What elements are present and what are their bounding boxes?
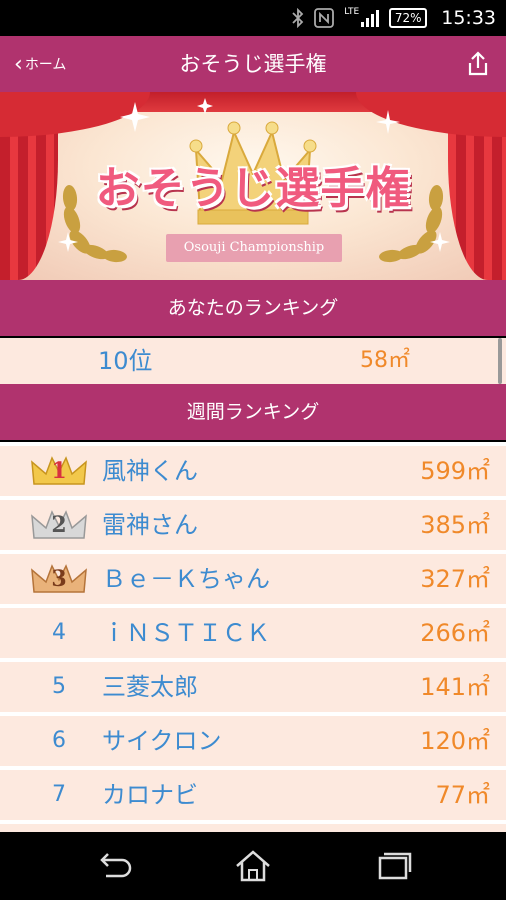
weekly-ranking-list[interactable]: 1 風神くん 599㎡ 2 雷神さん 385㎡ 3 Ｂｅ－Ｋちゃん 327㎡ 4… (0, 442, 506, 832)
scrollbar[interactable] (498, 338, 502, 384)
signal-icon (361, 9, 380, 27)
player-name: ｉＮＳＴＩＣＫ (102, 619, 270, 647)
player-name: カロナビ (102, 781, 198, 809)
player-name: 風神くん (102, 457, 198, 485)
subtitle-ribbon: Osouji Championship (166, 234, 342, 262)
table-row[interactable]: 7 カロナビ 77㎡ (0, 770, 506, 820)
status-icons: LTE 72% 15:33 (292, 0, 496, 36)
battery-level: 72% (394, 11, 422, 25)
status-bar: LTE 72% 15:33 (0, 0, 506, 36)
player-name: 三菱太郎 (102, 673, 198, 701)
battery-icon: 72% (389, 8, 428, 28)
home-icon[interactable] (233, 848, 273, 884)
clock: 15:33 (441, 7, 496, 29)
table-row[interactable]: 5 三菱太郎 141㎡ (0, 662, 506, 712)
player-name: Ｂｅ－Ｋちゃん (102, 565, 270, 593)
rank-number: 7 (52, 782, 66, 807)
table-row[interactable]: 4 ｉＮＳＴＩＣＫ 266㎡ (0, 608, 506, 658)
rank-number: 1 (51, 458, 67, 484)
player-area: 77㎡ (435, 781, 490, 809)
player-area: 141㎡ (420, 673, 490, 701)
my-rank: 10位 (98, 347, 153, 375)
rank-number: 6 (52, 728, 66, 753)
nfc-icon (314, 8, 335, 28)
weekly-ranking-header: 週間ランキング (0, 384, 506, 440)
back-button[interactable]: ‹ ホーム (14, 36, 66, 92)
recent-apps-icon[interactable] (374, 848, 414, 884)
table-row[interactable]: 6 サイクロン 120㎡ (0, 716, 506, 766)
my-ranking-row: 10位 58㎡ (0, 338, 506, 384)
my-ranking-header: あなたのランキング (0, 280, 506, 336)
table-row[interactable]: 1 風神くん 599㎡ (0, 446, 506, 496)
system-nav-bar (0, 832, 506, 900)
player-name: サイクロン (102, 727, 222, 755)
player-area: 266㎡ (420, 619, 490, 647)
rank-number: 5 (52, 674, 66, 699)
app-bar: ‹ ホーム おそうじ選手権 (0, 36, 506, 92)
rank-number: 2 (51, 512, 67, 538)
table-row[interactable]: 3 Ｂｅ－Ｋちゃん 327㎡ (0, 554, 506, 604)
logo-text: おそうじ選手権 (95, 163, 411, 214)
back-label: ホーム (24, 57, 67, 73)
rank-number: 4 (52, 620, 66, 645)
rank-number: 3 (51, 566, 67, 592)
player-area: 385㎡ (420, 511, 490, 539)
bluetooth-icon (292, 8, 304, 28)
share-icon[interactable] (464, 50, 492, 78)
player-area: 327㎡ (420, 565, 490, 593)
player-area: 120㎡ (420, 727, 490, 755)
network-label: LTE (344, 7, 360, 17)
table-row[interactable]: 2 雷神さん 385㎡ (0, 500, 506, 550)
player-name: 雷神さん (102, 511, 198, 539)
player-area: 599㎡ (420, 457, 490, 485)
table-row-partial (0, 824, 506, 832)
page-title: おそうじ選手権 (179, 52, 327, 76)
back-icon[interactable] (94, 848, 134, 884)
my-area: 58㎡ (360, 348, 410, 373)
chevron-left-icon: ‹ (14, 51, 23, 77)
championship-banner: おそうじ選手権 Osouji Championship (0, 92, 506, 280)
